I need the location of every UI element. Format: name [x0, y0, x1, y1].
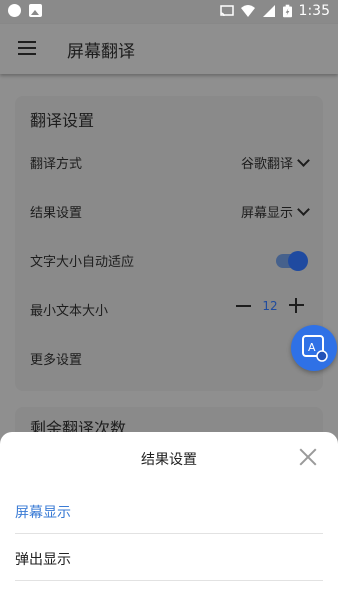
sheet-title: 结果设置 — [141, 452, 197, 468]
chevron-down-icon — [297, 203, 310, 216]
signal-icon — [262, 5, 275, 17]
cast-icon — [219, 5, 234, 17]
minus-icon[interactable] — [236, 304, 251, 307]
row-more-settings[interactable]: 更多设置 — [15, 339, 323, 379]
translate-icon: A — [302, 335, 328, 362]
row-result-setting[interactable]: 结果设置 屏幕显示 — [15, 192, 323, 232]
floating-translate-button[interactable]: A — [291, 325, 337, 371]
chevron-down-icon — [297, 154, 310, 167]
toolbar-title: 屏幕翻译 — [67, 42, 135, 62]
status-time: 1:35 — [298, 3, 330, 19]
row-label: 最小文本大小 — [30, 304, 109, 319]
auto-size-toggle[interactable] — [276, 251, 308, 271]
app-toolbar: 屏幕翻译 — [0, 24, 338, 74]
result-setting-sheet: 结果设置 屏幕显示 弹出显示 — [0, 432, 338, 600]
stepper-value: 12 — [262, 298, 278, 313]
battery-icon — [282, 4, 292, 18]
row-min-text-size: 最小文本大小 12 — [15, 290, 323, 330]
row-value: 屏幕显示 — [240, 206, 293, 221]
divider — [15, 533, 323, 534]
option-popup-display[interactable]: 弹出显示 — [0, 535, 338, 581]
option-screen-display[interactable]: 屏幕显示 — [0, 488, 338, 534]
option-label: 屏幕显示 — [15, 505, 71, 521]
row-label: 翻译方式 — [30, 157, 83, 172]
plus-icon[interactable] — [289, 298, 304, 313]
divider — [15, 580, 323, 581]
row-translation-method[interactable]: 翻译方式 谷歌翻译 — [15, 143, 323, 183]
wifi-icon — [240, 5, 255, 17]
text-size-stepper: 12 — [236, 298, 304, 313]
status-bar: 1:35 — [0, 0, 338, 24]
status-right: 1:35 — [219, 3, 330, 19]
option-label: 弹出显示 — [15, 552, 71, 568]
svg-text:A: A — [308, 341, 316, 354]
status-left-icons — [8, 4, 42, 17]
row-value: 谷歌翻译 — [240, 157, 293, 172]
row-label: 更多设置 — [30, 353, 83, 368]
toggle-knob — [288, 251, 308, 271]
row-auto-text-size: 文字大小自动适应 — [15, 241, 323, 281]
image-icon — [29, 4, 42, 17]
notification-dot-icon — [8, 4, 21, 17]
row-label: 结果设置 — [30, 206, 83, 221]
translation-settings-card: 翻译设置 翻译方式 谷歌翻译 结果设置 屏幕显示 文字大小自动适应 最小文本大小… — [15, 96, 323, 391]
row-label: 文字大小自动适应 — [30, 255, 135, 270]
hamburger-icon[interactable] — [18, 41, 36, 55]
card-title: 翻译设置 — [30, 111, 95, 130]
close-icon[interactable] — [298, 447, 318, 467]
